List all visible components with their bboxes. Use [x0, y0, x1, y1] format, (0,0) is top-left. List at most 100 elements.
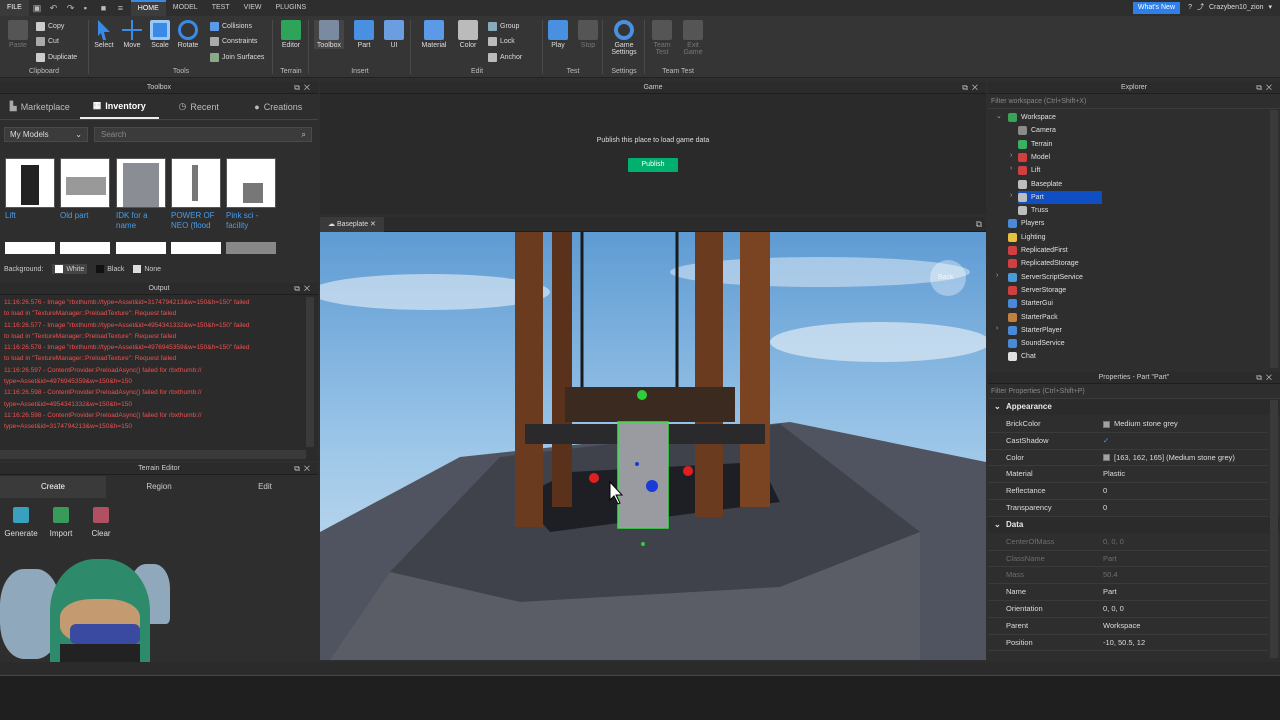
explorer-item-baseplate[interactable]: Baseplate	[1018, 178, 1062, 191]
undo-icon[interactable]: ↶	[50, 3, 59, 13]
explorer-item-replicatedstorage[interactable]: ReplicatedStorage	[1008, 257, 1079, 270]
tab-marketplace[interactable]: ▙ Marketplace	[0, 94, 80, 119]
property-row-centerofmass[interactable]: CenterOfMass 0, 0, 0	[988, 534, 1268, 551]
background-white[interactable]: White	[52, 264, 88, 274]
move-handle-red[interactable]	[589, 473, 599, 483]
game-settings-button[interactable]: Game Settings	[610, 20, 638, 56]
lock-button[interactable]: Lock	[488, 35, 515, 47]
move-button[interactable]: Move	[118, 20, 146, 49]
property-row-classname[interactable]: ClassName Part	[988, 551, 1268, 568]
property-row-position[interactable]: Position -10, 50.5, 12	[988, 635, 1268, 652]
explorer-item-chat[interactable]: Chat	[1008, 350, 1036, 363]
property-row-parent[interactable]: Parent Workspace	[988, 618, 1268, 635]
color-swatch[interactable]	[1103, 454, 1110, 462]
tab-region[interactable]: Region	[106, 476, 212, 498]
tab-baseplate[interactable]: ☁ Baseplate ✕	[320, 217, 384, 232]
whats-new-button[interactable]: What's New	[1132, 2, 1180, 14]
panel-close-icon[interactable]: ⧉✕	[294, 463, 314, 475]
tab-creations[interactable]: ● Creations	[239, 94, 319, 119]
output-hscrollbar[interactable]	[0, 450, 306, 459]
back-label[interactable]: Back	[938, 274, 954, 281]
tab-test[interactable]: TEST	[205, 0, 237, 16]
share-icon[interactable]: ⤴	[1197, 0, 1204, 16]
model-item-old-part[interactable]: Old part	[60, 158, 110, 221]
model-item[interactable]	[116, 242, 166, 254]
move-handle-green[interactable]	[637, 390, 647, 400]
explorer-item-lighting[interactable]: Lighting	[1008, 231, 1046, 244]
model-item-power-of-neo[interactable]: POWER OF NEO (flood	[171, 158, 221, 231]
close-icon[interactable]: ✕	[368, 221, 376, 228]
tab-plugins[interactable]: PLUGINS	[268, 0, 313, 16]
collapse-arrow-icon[interactable]: ⌄	[994, 517, 1001, 533]
toolbox-category-dropdown[interactable]: My Models ⌄	[4, 127, 88, 142]
explorer-item-model[interactable]: Model	[1018, 151, 1050, 164]
property-section-appearance[interactable]: ⌄ Appearance	[988, 399, 1280, 415]
publish-icon[interactable]: ▪	[84, 3, 93, 13]
join-surfaces-toggle[interactable]: Join Surfaces	[210, 51, 264, 63]
property-row-orientation[interactable]: Orientation 0, 0, 0	[988, 601, 1268, 618]
model-item[interactable]	[171, 242, 221, 254]
username[interactable]: Crazyben10_zion	[1209, 0, 1263, 16]
background-black[interactable]: Black	[96, 265, 124, 273]
property-row-transparency[interactable]: Transparency 0	[988, 500, 1268, 517]
import-button[interactable]: Import	[41, 507, 81, 538]
explorer-item-startergui[interactable]: StarterGui	[1008, 297, 1053, 310]
ui-button[interactable]: UI	[380, 20, 408, 49]
background-none[interactable]: None	[133, 265, 161, 273]
toolbox-button[interactable]: Toolbox	[314, 20, 344, 49]
material-button[interactable]: Material	[420, 20, 448, 49]
panel-close-icon[interactable]: ⧉✕	[294, 82, 314, 94]
expand-arrow-icon[interactable]: ⌄	[996, 112, 1002, 120]
tab-edit[interactable]: Edit	[212, 476, 318, 498]
expand-arrow-icon[interactable]: ›	[1010, 192, 1012, 199]
expand-arrow-icon[interactable]: ›	[1010, 152, 1012, 159]
help-icon[interactable]: ?	[1188, 0, 1192, 16]
explorer-item-lift[interactable]: Lift	[1018, 164, 1040, 177]
property-row-brickcolor[interactable]: BrickColor Medium stone grey	[988, 416, 1268, 433]
properties-filter-input[interactable]: Filter Properties (Ctrl+Shift+P)	[988, 384, 1280, 399]
select-button[interactable]: Select	[90, 20, 118, 49]
explorer-item-soundservice[interactable]: SoundService	[1008, 337, 1065, 350]
stop-button[interactable]: Stop	[574, 20, 602, 49]
scale-button[interactable]: Scale	[146, 20, 174, 49]
stop-icon[interactable]: ■	[101, 3, 110, 13]
3d-viewport[interactable]: Back	[320, 232, 986, 660]
property-row-castshadow[interactable]: CastShadow ✓	[988, 433, 1268, 450]
collisions-toggle[interactable]: Collisions	[210, 20, 252, 32]
explorer-item-serverscriptservice[interactable]: ServerScriptService	[1008, 271, 1083, 284]
property-row-name[interactable]: Name Part	[988, 584, 1268, 601]
cut-button[interactable]: Cut	[36, 35, 59, 47]
save-icon[interactable]: ▣	[33, 3, 42, 13]
tab-view[interactable]: VIEW	[237, 0, 269, 16]
file-menu[interactable]: FILE	[0, 0, 29, 16]
tab-recent[interactable]: ◷ Recent	[159, 94, 239, 119]
more-icon[interactable]: ≡	[118, 3, 127, 13]
selected-part[interactable]	[617, 421, 669, 529]
model-item[interactable]	[60, 242, 110, 254]
output-log[interactable]: 11:16:26.576 - Image "rbxthumb://type=As…	[0, 295, 318, 433]
property-section-data[interactable]: ⌄ Data	[988, 516, 1280, 533]
generate-button[interactable]: Generate	[1, 507, 41, 538]
explorer-item-replicatedfirst[interactable]: ReplicatedFirst	[1008, 244, 1068, 257]
panel-close-icon[interactable]: ⧉✕	[294, 283, 314, 295]
property-row-material[interactable]: Material Plastic	[988, 466, 1268, 484]
explorer-item-truss[interactable]: Truss	[1018, 204, 1048, 217]
explorer-item-terrain[interactable]: Terrain	[1018, 138, 1052, 151]
anchor-button[interactable]: Anchor	[488, 51, 522, 63]
tab-create[interactable]: Create	[0, 476, 106, 498]
property-row-reflectance[interactable]: Reflectance 0	[988, 483, 1268, 500]
collapse-arrow-icon[interactable]: ⌄	[994, 399, 1001, 415]
redo-icon[interactable]: ↷	[67, 3, 76, 13]
explorer-item-part[interactable]: Part	[1018, 190, 1102, 204]
explorer-item-starterpack[interactable]: StarterPack	[1008, 311, 1058, 324]
explorer-item-serverstorage[interactable]: ServerStorage	[1008, 284, 1066, 297]
play-button[interactable]: Play	[544, 20, 572, 49]
panel-close-icon[interactable]: ⧉✕	[962, 82, 982, 94]
explorer-item-workspace[interactable]: Workspace	[1008, 111, 1056, 124]
explorer-item-players[interactable]: Players	[1008, 217, 1044, 230]
panel-close-icon[interactable]: ⧉✕	[1256, 372, 1276, 384]
tab-inventory[interactable]: ▦ Inventory	[79, 94, 159, 119]
paste-button[interactable]: Paste	[4, 20, 32, 49]
clear-button[interactable]: Clear	[81, 507, 121, 538]
property-row-mass[interactable]: Mass 50.4	[988, 567, 1268, 585]
